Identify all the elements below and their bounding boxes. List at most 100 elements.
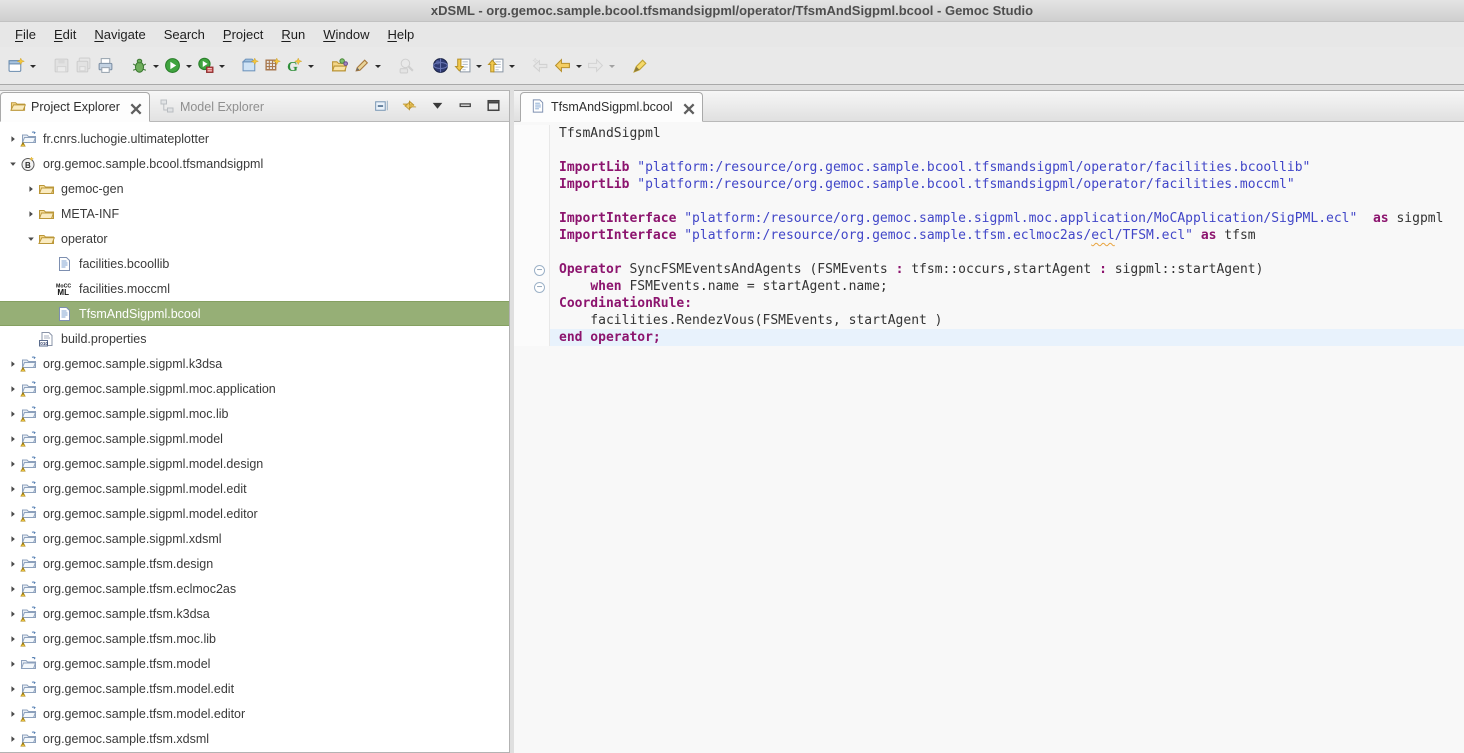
tree-item-meta-inf[interactable]: META-INF: [0, 201, 509, 226]
menu-item-search[interactable]: Search: [155, 24, 214, 45]
close-icon[interactable]: [128, 101, 140, 113]
code-editor[interactable]: TfsmAndSigpmlImportLib "platform:/resour…: [514, 122, 1464, 753]
tree-item-gemoc-gen[interactable]: gemoc-gen: [0, 176, 509, 201]
caret-right-icon[interactable]: [6, 456, 20, 472]
pin-editor-button[interactable]: [629, 53, 651, 79]
back-button[interactable]: [551, 53, 573, 79]
tree-item-label: org.gemoc.sample.tfsm.model.editor: [43, 707, 245, 721]
menu-item-run[interactable]: Run: [272, 24, 314, 45]
menu-item-window[interactable]: Window: [314, 24, 378, 45]
caret-down-icon[interactable]: [6, 156, 20, 172]
tree-item-org-gemoc-sample-tfsm-eclmoc2as[interactable]: org.gemoc.sample.tfsm.eclmoc2as: [0, 576, 509, 601]
open-element-button[interactable]: [328, 53, 350, 79]
new-diagram-button[interactable]: [261, 53, 283, 79]
tab-project-explorer[interactable]: Project Explorer: [0, 92, 150, 122]
caret-right-icon[interactable]: [6, 606, 20, 622]
annotation-pen-button-dropdown[interactable]: [372, 53, 383, 79]
caret-right-icon[interactable]: [24, 181, 38, 197]
previous-annotation-button[interactable]: [484, 53, 506, 79]
caret-right-icon[interactable]: [6, 506, 20, 522]
web-browser-button[interactable]: [429, 53, 451, 79]
close-icon[interactable]: [681, 101, 693, 113]
run-external-tools-button-dropdown[interactable]: [216, 53, 227, 79]
menu-item-navigate[interactable]: Navigate: [85, 24, 154, 45]
caret-right-icon[interactable]: [6, 356, 20, 372]
tree-item-operator[interactable]: operator: [0, 226, 509, 251]
tab-model-explorer[interactable]: Model Explorer: [150, 92, 273, 122]
new-wizard-button[interactable]: [5, 53, 27, 79]
save-all-button[interactable]: [72, 53, 94, 79]
menu-item-file[interactable]: File: [6, 24, 45, 45]
tree-item-org-gemoc-sample-sigpml-model-design[interactable]: org.gemoc.sample.sigpml.model.design: [0, 451, 509, 476]
previous-annotation-button-dropdown[interactable]: [506, 53, 517, 79]
new-modeling-project-button[interactable]: [239, 53, 261, 79]
caret-right-icon[interactable]: [6, 581, 20, 597]
tree-item-fr-cnrs-luchogie-ultimateplotter[interactable]: fr.cnrs.luchogie.ultimateplotter: [0, 126, 509, 151]
code-line: [514, 244, 1464, 261]
tree-item-build-properties[interactable]: 010build.properties: [0, 326, 509, 351]
tree-item-facilities-moccml[interactable]: MoCCMLfacilities.moccml: [0, 276, 509, 301]
tree-item-org-gemoc-sample-tfsm-model-editor[interactable]: org.gemoc.sample.tfsm.model.editor: [0, 701, 509, 726]
maximize-button[interactable]: [485, 97, 502, 114]
caret-right-icon[interactable]: [6, 706, 20, 722]
tree-item-org-gemoc-sample-sigpml-k3dsa[interactable]: org.gemoc.sample.sigpml.k3dsa: [0, 351, 509, 376]
tree-item-org-gemoc-sample-sigpml-model-editor[interactable]: org.gemoc.sample.sigpml.model.editor: [0, 501, 509, 526]
next-annotation-button[interactable]: [451, 53, 473, 79]
editor-tab[interactable]: TfsmAndSigpml.bcool: [520, 92, 703, 122]
main-toolbar: G: [0, 47, 1464, 85]
print-button[interactable]: [94, 53, 116, 79]
annotation-pen-button[interactable]: [350, 53, 372, 79]
caret-right-icon[interactable]: [6, 531, 20, 547]
caret-right-icon[interactable]: [24, 206, 38, 222]
menu-item-edit[interactable]: Edit: [45, 24, 85, 45]
tree-item-org-gemoc-sample-tfsm-design[interactable]: org.gemoc.sample.tfsm.design: [0, 551, 509, 576]
back-button-dropdown[interactable]: [573, 53, 584, 79]
save-button[interactable]: [50, 53, 72, 79]
forward-button-dropdown[interactable]: [606, 53, 617, 79]
collapse-all-button[interactable]: [373, 97, 390, 114]
tree-item-org-gemoc-sample-tfsm-xdsml[interactable]: org.gemoc.sample.tfsm.xdsml: [0, 726, 509, 751]
new-wizard-button-dropdown[interactable]: [27, 53, 38, 79]
caret-right-icon[interactable]: [6, 381, 20, 397]
forward-button[interactable]: [584, 53, 606, 79]
tree-item-org-gemoc-sample-sigpml-model[interactable]: org.gemoc.sample.sigpml.model: [0, 426, 509, 451]
caret-right-icon[interactable]: [6, 681, 20, 697]
caret-right-icon[interactable]: [6, 556, 20, 572]
tree-item-tfsmandsigpml-bcool[interactable]: TfsmAndSigpml.bcool: [0, 301, 509, 326]
tree-item-org-gemoc-sample-tfsm-model[interactable]: org.gemoc.sample.tfsm.model: [0, 651, 509, 676]
caret-right-icon[interactable]: [6, 431, 20, 447]
run-button[interactable]: [161, 53, 183, 79]
tree-item-facilities-bcoollib[interactable]: facilities.bcoollib: [0, 251, 509, 276]
caret-right-icon[interactable]: [6, 731, 20, 747]
debug-button-dropdown[interactable]: [150, 53, 161, 79]
caret-right-icon[interactable]: [6, 406, 20, 422]
new-gemoc-element-button[interactable]: G: [283, 53, 305, 79]
fold-collapse-icon[interactable]: −: [534, 282, 545, 293]
fold-collapse-icon[interactable]: −: [534, 265, 545, 276]
tree-item-org-gemoc-sample-sigpml-moc-application[interactable]: org.gemoc.sample.sigpml.moc.application: [0, 376, 509, 401]
tree-item-org-gemoc-sample-tfsm-moc-lib[interactable]: org.gemoc.sample.tfsm.moc.lib: [0, 626, 509, 651]
tree-item-org-gemoc-sample-tfsm-k3dsa[interactable]: org.gemoc.sample.tfsm.k3dsa: [0, 601, 509, 626]
run-external-tools-button[interactable]: [194, 53, 216, 79]
search-button[interactable]: [395, 53, 417, 79]
caret-right-icon[interactable]: [6, 631, 20, 647]
caret-right-icon[interactable]: [6, 656, 20, 672]
link-with-editor-button[interactable]: [401, 97, 418, 114]
menu-item-project[interactable]: Project: [214, 24, 272, 45]
debug-button[interactable]: [128, 53, 150, 79]
minimize-button[interactable]: [457, 97, 474, 114]
tree-item-org-gemoc-sample-tfsm-model-edit[interactable]: org.gemoc.sample.tfsm.model.edit: [0, 676, 509, 701]
run-button-dropdown[interactable]: [183, 53, 194, 79]
caret-down-icon[interactable]: [24, 231, 38, 247]
menu-item-help[interactable]: Help: [378, 24, 423, 45]
caret-right-icon[interactable]: [6, 131, 20, 147]
tree-item-org-gemoc-sample-sigpml-xdsml[interactable]: org.gemoc.sample.sigpml.xdsml: [0, 526, 509, 551]
tree-item-org-gemoc-sample-bcool-tfsmandsigpml[interactable]: Borg.gemoc.sample.bcool.tfsmandsigpml: [0, 151, 509, 176]
new-gemoc-element-button-dropdown[interactable]: [305, 53, 316, 79]
tree-item-org-gemoc-sample-sigpml-model-edit[interactable]: org.gemoc.sample.sigpml.model.edit: [0, 476, 509, 501]
next-annotation-button-dropdown[interactable]: [473, 53, 484, 79]
tree-item-org-gemoc-sample-sigpml-moc-lib[interactable]: org.gemoc.sample.sigpml.moc.lib: [0, 401, 509, 426]
view-menu-button[interactable]: [429, 97, 446, 114]
caret-right-icon[interactable]: [6, 481, 20, 497]
last-edit-location-button[interactable]: [529, 53, 551, 79]
